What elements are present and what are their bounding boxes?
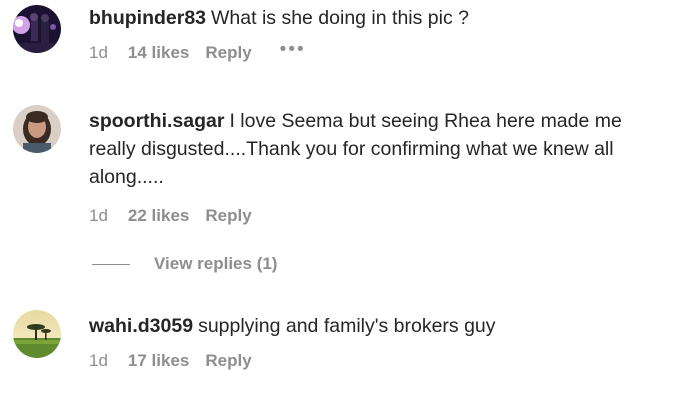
concert-photo-avatar-icon	[13, 5, 61, 53]
avatar[interactable]	[13, 105, 61, 153]
comment-time: 1d	[89, 351, 108, 370]
comment-time: 1d	[89, 206, 108, 225]
reply-button[interactable]: Reply	[205, 43, 251, 63]
reply-button[interactable]: Reply	[205, 206, 251, 226]
username-link[interactable]: wahi.d3059	[89, 315, 193, 337]
comment-text-block: spoorthi.sagar I love Seema but seeing Rh…	[89, 107, 664, 191]
view-replies-label: View replies (1)	[154, 254, 278, 273]
comment-text: What is she doing in this pic ?	[211, 7, 469, 29]
comment-text: supplying and family's brokers guy	[198, 315, 496, 337]
comment-meta: 1d 14 likes Reply •••	[89, 40, 664, 64]
comment-text-block: wahi.d3059 supplying and family's brokers…	[89, 312, 664, 340]
landscape-tree-avatar-icon	[13, 310, 61, 358]
likes-count[interactable]: 22 likes	[128, 206, 189, 226]
comment-text-block: bhupinder83 What is she doing in this pic…	[89, 4, 664, 32]
portrait-avatar-icon	[13, 105, 61, 153]
username-link[interactable]: bhupinder83	[89, 7, 206, 29]
username-link[interactable]: spoorthi.sagar	[89, 110, 224, 132]
view-replies-button[interactable]: View replies (1)	[92, 253, 277, 275]
comment-meta: 1d 22 likes Reply	[89, 205, 664, 227]
reply-button[interactable]: Reply	[205, 351, 251, 371]
avatar[interactable]	[13, 5, 61, 53]
likes-count[interactable]: 14 likes	[128, 43, 189, 63]
comment-meta: 1d 17 likes Reply	[89, 350, 664, 372]
likes-count[interactable]: 17 likes	[128, 351, 189, 371]
comment-time: 1d	[89, 43, 108, 62]
more-options-icon[interactable]: •••	[280, 40, 306, 59]
avatar[interactable]	[13, 310, 61, 358]
divider-line	[92, 263, 130, 265]
